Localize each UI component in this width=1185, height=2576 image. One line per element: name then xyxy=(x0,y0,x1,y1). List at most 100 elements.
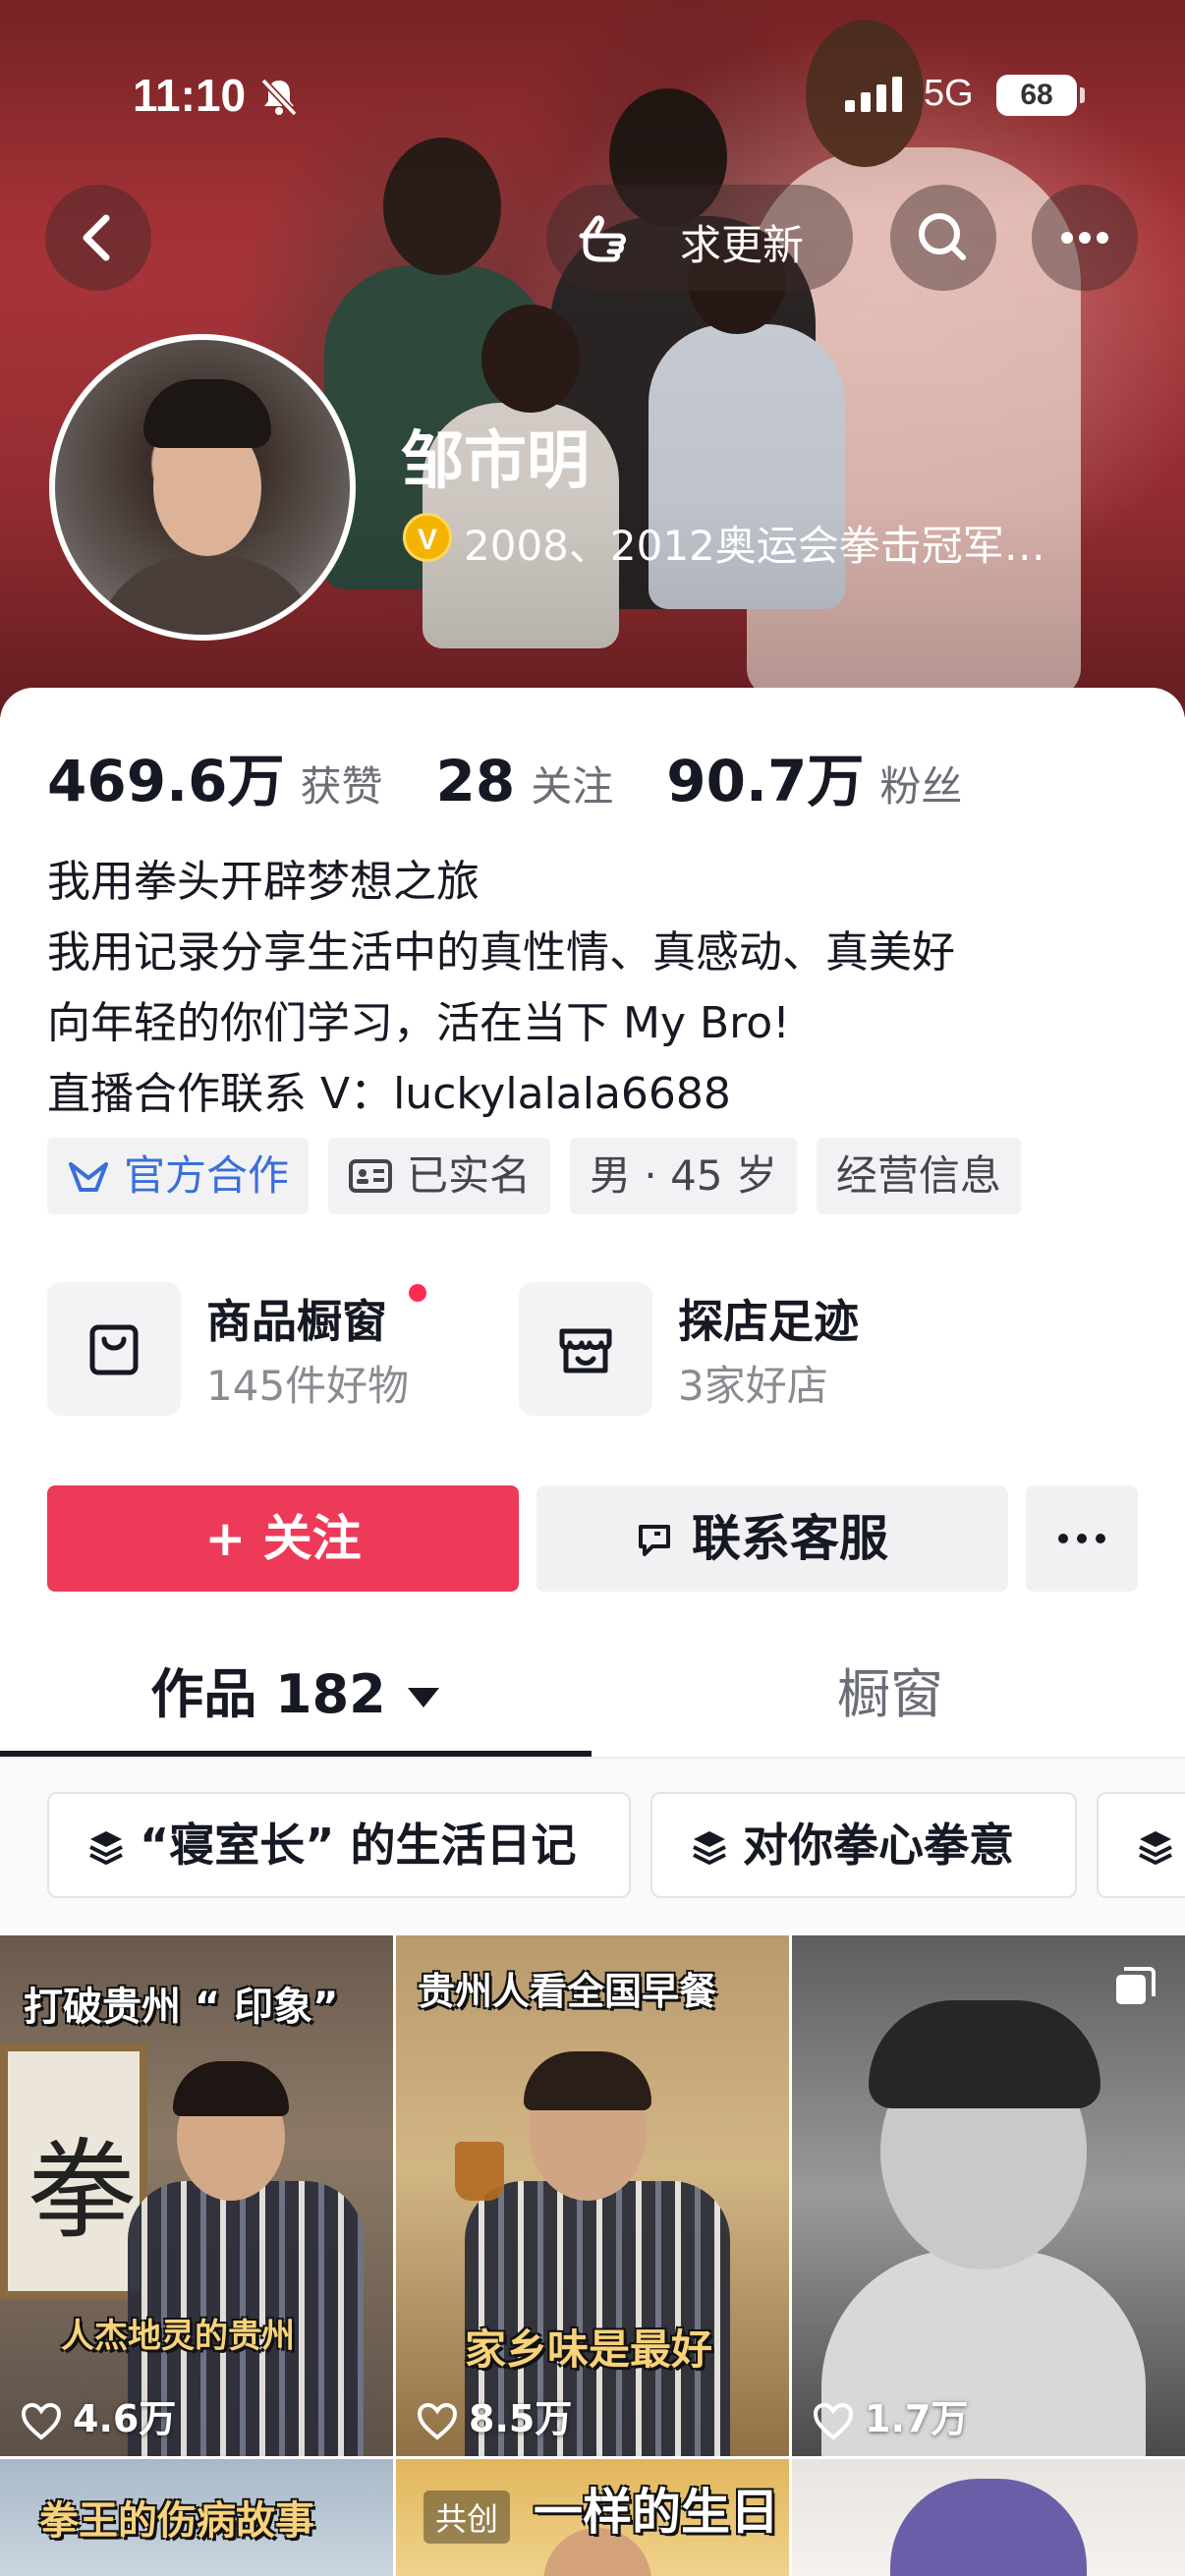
followers-label: 粉丝 xyxy=(879,762,963,811)
shopping-bag-icon xyxy=(89,1324,139,1375)
video-person xyxy=(869,2000,1100,2108)
tag-label: 男 · 45 岁 xyxy=(590,1151,777,1200)
signal-icon xyxy=(845,77,902,112)
likes-count[interactable]: 469.6万 xyxy=(47,735,284,817)
heart-icon xyxy=(21,2402,62,2440)
tag-gender-age: 男 · 45 岁 xyxy=(570,1138,797,1214)
following-label: 关注 xyxy=(531,762,614,811)
collection-chip[interactable]: “寝室长” 的生活日记 xyxy=(47,1792,631,1898)
shop-icon-box xyxy=(519,1282,652,1416)
tab-works[interactable]: 作品 182 xyxy=(0,1631,590,1759)
calligraphy-text: 拳 xyxy=(28,2128,136,2254)
chat-service-icon xyxy=(639,1525,670,1556)
video-tile[interactable]: 贵州人看全国早餐 家乡味是最好 8.5万 xyxy=(396,1935,789,2456)
more-actions-button[interactable] xyxy=(1026,1485,1138,1592)
profile-tags: 官方合作 已实名 男 · 45 岁 经营信息 xyxy=(47,1138,1021,1214)
collection-chip[interactable]: 对你拳心拳意 xyxy=(650,1792,1077,1898)
id-card-icon xyxy=(349,1159,393,1193)
video-tile[interactable]: 共创 一样的生日 xyxy=(396,2459,789,2576)
store-visits-entry[interactable]: 探店足迹 3家好店 xyxy=(519,1282,951,1416)
bell-muted-icon xyxy=(260,78,298,117)
profile-stats: 469.6万 获赞 28 关注 90.7万 粉丝 xyxy=(47,735,1015,814)
notification-dot xyxy=(409,1284,426,1302)
avatar-shirt xyxy=(94,556,320,635)
shop-title: 商品橱窗 xyxy=(206,1295,387,1348)
tag-label: 经营信息 xyxy=(835,1151,1001,1200)
request-update-button[interactable]: 求更新 xyxy=(546,185,853,291)
video-tile[interactable]: 1.7万 xyxy=(792,1935,1185,2456)
caret-down-icon xyxy=(407,1688,439,1708)
video-grid: 拳 打破贵州 “ 印象” 人杰地灵的贵州 4.6万 贵州人看全国早餐 家乡味是最… xyxy=(0,1935,1185,2576)
verified-badge-icon: V xyxy=(403,513,452,562)
like-count-value: 8.5万 xyxy=(469,2397,573,2440)
avatar[interactable] xyxy=(49,334,356,641)
follow-button[interactable]: + 关注 xyxy=(47,1485,519,1592)
pointing-hand-icon xyxy=(579,215,626,262)
heart-icon xyxy=(813,2402,854,2440)
avatar-hair xyxy=(143,379,271,448)
like-count: 8.5万 xyxy=(416,2388,572,2442)
more-button[interactable] xyxy=(1032,185,1138,291)
video-caption: 拳王的伤病故事 xyxy=(39,2498,314,2544)
layers-icon xyxy=(1139,1831,1172,1865)
contact-service-label: 联系客服 xyxy=(692,1510,888,1567)
collection-chip-label: 对你拳心拳意 xyxy=(743,1819,1014,1872)
tag-label: 官方合作 xyxy=(124,1151,290,1200)
store-icon xyxy=(559,1328,612,1373)
collab-icon xyxy=(69,1162,108,1192)
collection-chip-label: “寝室长” 的生活日记 xyxy=(140,1819,577,1872)
bio-line: 我用拳头开辟梦想之旅 xyxy=(47,857,480,907)
shop-subtitle: 145件好物 xyxy=(206,1362,410,1410)
heart-icon xyxy=(417,2402,458,2440)
video-caption: 人杰地灵的贵州 xyxy=(61,2317,295,2356)
video-cup xyxy=(455,2142,504,2201)
shop-window-entry[interactable]: 商品橱窗 145件好物 xyxy=(47,1282,480,1416)
likes-label: 获赞 xyxy=(300,762,383,811)
layers-icon xyxy=(693,1831,726,1865)
video-caption: 打破贵州 “ 印象” xyxy=(24,1985,339,2030)
video-tile[interactable]: 拳王的伤病故事 xyxy=(0,2459,393,2576)
battery-indicator: 68 xyxy=(996,75,1085,116)
shop-title: 探店足迹 xyxy=(678,1295,859,1348)
followers-count[interactable]: 90.7万 xyxy=(666,735,864,817)
verification-text[interactable]: 2008、2012奥运会拳击冠军… xyxy=(464,513,1102,573)
profile-tabs: 作品 182 橱窗 xyxy=(0,1631,1185,1759)
shop-subtitle: 3家好店 xyxy=(678,1362,828,1410)
profile-bio: 我用拳头开辟梦想之旅 我用记录分享生活中的真性情、真感动、真美好 向年轻的你们学… xyxy=(47,847,955,1130)
collection-chip[interactable] xyxy=(1097,1792,1185,1898)
like-count-value: 4.6万 xyxy=(73,2397,177,2440)
video-caption: 贵州人看全国早餐 xyxy=(418,1970,717,2013)
tag-real-name[interactable]: 已实名 xyxy=(328,1138,551,1214)
tab-works-label: 作品 182 xyxy=(150,1663,386,1725)
more-dots-icon xyxy=(1061,232,1108,244)
like-count: 1.7万 xyxy=(812,2388,968,2442)
video-caption: 一样的生日 xyxy=(534,2484,779,2541)
like-count: 4.6万 xyxy=(20,2388,176,2442)
tag-label: 已实名 xyxy=(407,1151,532,1200)
tag-business-info[interactable]: 经营信息 xyxy=(816,1138,1021,1214)
search-icon xyxy=(919,213,966,260)
contact-service-button[interactable]: 联系客服 xyxy=(536,1485,1008,1592)
like-count-value: 1.7万 xyxy=(865,2397,969,2440)
request-update-label: 求更新 xyxy=(680,221,805,269)
video-tile[interactable] xyxy=(792,2459,1185,2576)
collection-chips: “寝室长” 的生活日记 对你拳心拳意 xyxy=(0,1759,1185,1935)
profile-name: 邹市明 xyxy=(401,425,590,498)
bio-line: 我用记录分享生活中的真性情、真感动、真美好 xyxy=(47,927,955,978)
more-dots-icon xyxy=(1058,1534,1105,1543)
back-button[interactable] xyxy=(45,185,151,291)
video-tile[interactable]: 拳 打破贵州 “ 印象” 人杰地灵的贵州 4.6万 xyxy=(0,1935,393,2456)
following-count[interactable]: 28 xyxy=(435,748,515,814)
collab-badge: 共创 xyxy=(423,2491,511,2544)
bio-line: 向年轻的你们学习，活在当下 My Bro! xyxy=(47,998,790,1048)
search-button[interactable] xyxy=(890,185,996,291)
tag-official-collab[interactable]: 官方合作 xyxy=(47,1138,310,1214)
layers-icon xyxy=(89,1831,123,1865)
status-time: 11:10 xyxy=(133,70,247,121)
tab-shop-window[interactable]: 橱窗 xyxy=(595,1631,1185,1759)
bio-line: 直播合作联系 V：luckylalala6688 xyxy=(47,1069,731,1119)
video-caption: 家乡味是最好 xyxy=(465,2325,713,2374)
chevron-left-icon xyxy=(83,214,110,261)
multi-image-icon xyxy=(1116,1967,1156,2004)
shop-icon-box xyxy=(47,1282,181,1416)
